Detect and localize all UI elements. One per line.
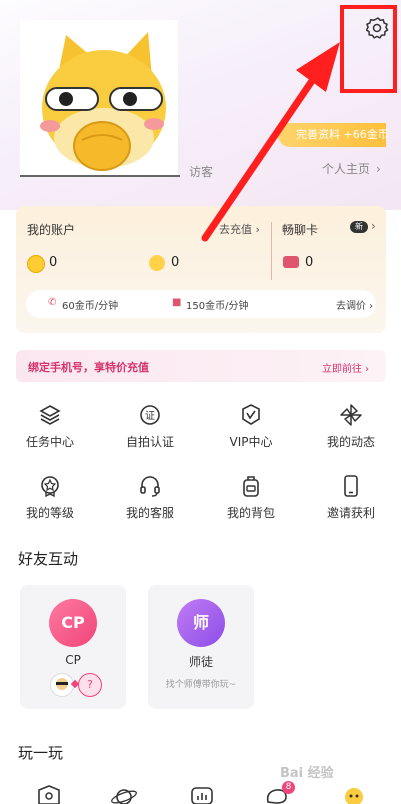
video-icon: ■ bbox=[172, 297, 182, 308]
certify-icon: 证 bbox=[140, 405, 160, 425]
menu-label: 自拍认证 bbox=[125, 435, 174, 449]
account-title: 我的账户 bbox=[27, 223, 76, 237]
layers-icon bbox=[39, 405, 61, 425]
headset-icon bbox=[140, 476, 160, 497]
voice-price: 60金币/分钟 bbox=[62, 301, 119, 312]
recharge-link[interactable]: 去充值 › bbox=[219, 221, 260, 237]
notification-badge: 8 bbox=[282, 781, 295, 794]
chat-card-title[interactable]: 畅聊卡 bbox=[282, 221, 318, 238]
chevron-right-icon[interactable]: › bbox=[371, 219, 376, 233]
cp-badge: CP bbox=[49, 599, 97, 647]
divider bbox=[271, 222, 272, 280]
cp-card[interactable]: CP CP ? bbox=[20, 585, 126, 709]
avatar[interactable] bbox=[20, 20, 178, 176]
menu-label: 我的动态 bbox=[326, 435, 375, 449]
menu-vip-center[interactable]: VIP中心 bbox=[211, 403, 291, 450]
menu-my-moments[interactable]: 我的动态 bbox=[311, 403, 391, 450]
name-underline bbox=[20, 175, 180, 177]
menu-label: 任务中心 bbox=[25, 435, 74, 449]
homepage-link[interactable]: 个人主页 › bbox=[322, 160, 381, 177]
menu-label: 邀请获利 bbox=[326, 506, 375, 520]
menu-customer-service[interactable]: 我的客服 bbox=[110, 474, 190, 521]
phone-icon bbox=[344, 475, 358, 497]
video-price: 150金币/分钟 bbox=[186, 301, 249, 312]
account-card: 我的账户 去充值 › 畅聊卡 新 › 0 0 0 ✆ 60金币/分钟 ■ 150… bbox=[16, 206, 386, 333]
menu-label: 我的背包 bbox=[226, 506, 275, 520]
card-name: CP bbox=[65, 653, 81, 667]
menu-label: VIP中心 bbox=[229, 435, 273, 449]
gold-coin-count: 0 bbox=[49, 255, 58, 270]
chat-card-icon bbox=[283, 256, 299, 268]
shield-icon[interactable] bbox=[35, 784, 63, 804]
chevron-right-icon: › bbox=[376, 162, 381, 176]
vip-icon bbox=[242, 404, 260, 425]
watermark: Bai 经验 bbox=[280, 766, 334, 781]
moon-coin-icon bbox=[149, 255, 165, 271]
bind-phone-banner[interactable]: 绑定手机号，享特价充值 立即前往 › bbox=[16, 350, 386, 382]
friends-section-title: 好友互动 bbox=[18, 550, 79, 568]
master-apprentice-card[interactable]: 师 师徒 找个师傅带你玩~ bbox=[148, 585, 254, 709]
planet-icon[interactable] bbox=[110, 784, 138, 804]
banner-action[interactable]: 立即前往 › bbox=[322, 360, 369, 375]
card-name: 师徒 bbox=[188, 655, 213, 669]
menu-label: 我的客服 bbox=[125, 506, 174, 520]
card-subtitle: 找个师傅带你玩~ bbox=[165, 680, 237, 690]
question-mark-icon: ? bbox=[78, 673, 102, 697]
phone-icon: ✆ bbox=[48, 297, 57, 308]
cat-emoji-icon bbox=[40, 32, 166, 171]
chat-card-count: 0 bbox=[305, 255, 314, 270]
gold-coin-icon bbox=[27, 255, 45, 273]
chart-icon[interactable] bbox=[188, 784, 216, 804]
menu-label: 我的等级 bbox=[25, 506, 74, 520]
svg-text:证: 证 bbox=[145, 410, 155, 422]
homepage-label: 个人主页 bbox=[322, 162, 371, 176]
adjust-price-link[interactable]: 去调价 › bbox=[336, 297, 373, 312]
complete-profile-badge[interactable]: 完善资料 +66金币 bbox=[278, 123, 389, 147]
master-badge: 师 bbox=[177, 599, 225, 647]
menu-task-center[interactable]: 任务中心 bbox=[10, 403, 90, 450]
pinwheel-icon bbox=[340, 404, 362, 426]
visitor-label[interactable]: 访客 bbox=[189, 163, 213, 180]
backpack-icon bbox=[243, 476, 259, 497]
banner-text: 绑定手机号，享特价充值 bbox=[28, 361, 149, 374]
new-badge: 新 bbox=[350, 221, 368, 233]
emoji-face-icon[interactable] bbox=[340, 784, 368, 804]
gear-icon[interactable] bbox=[365, 16, 390, 40]
moon-coin-count: 0 bbox=[171, 255, 180, 270]
play-section-title: 玩一玩 bbox=[18, 744, 64, 762]
user-avatar bbox=[50, 673, 74, 697]
menu-selfie-verify[interactable]: 证 自拍认证 bbox=[110, 403, 190, 450]
menu-my-level[interactable]: 我的等级 bbox=[10, 474, 90, 521]
menu-my-backpack[interactable]: 我的背包 bbox=[211, 474, 291, 521]
menu-invite-earn[interactable]: 邀请获利 bbox=[311, 474, 391, 521]
price-settings-bar[interactable]: ✆ 60金币/分钟 ■ 150金币/分钟 去调价 › bbox=[26, 290, 376, 318]
level-icon bbox=[41, 476, 59, 498]
